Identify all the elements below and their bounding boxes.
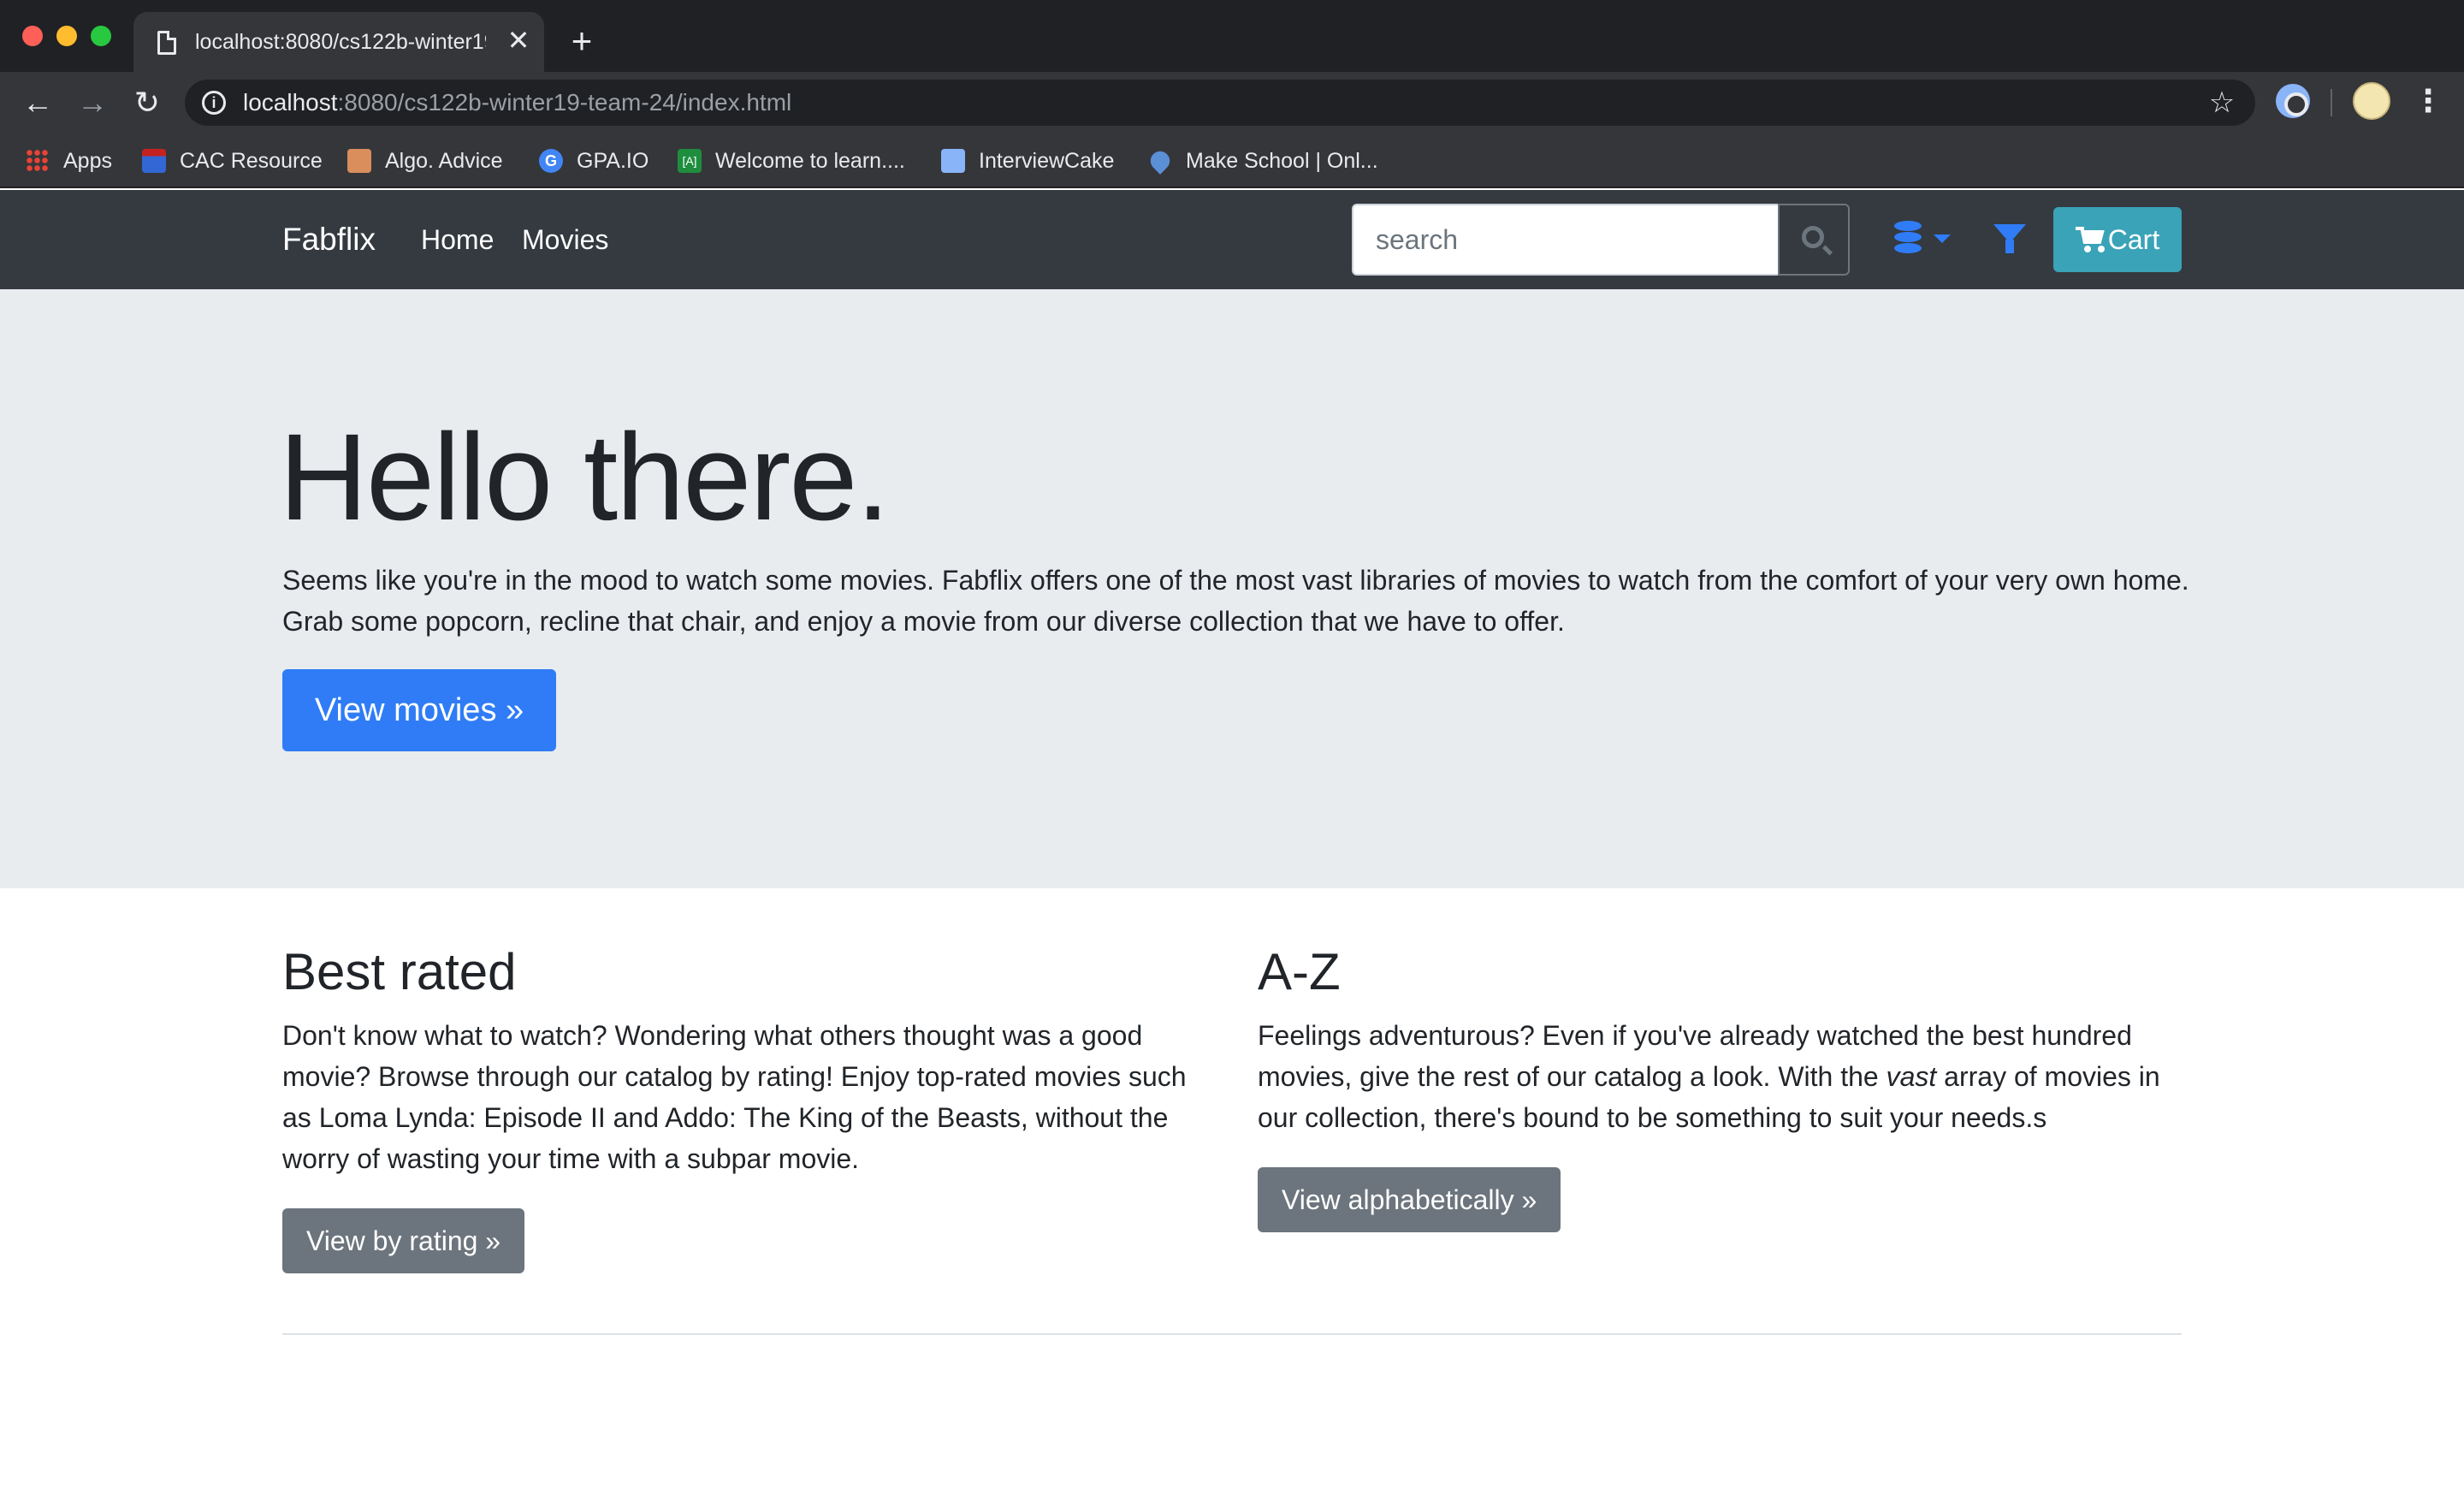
bookmark-interviewcake[interactable]: InterviewCake [941,145,1114,176]
bookmark-label: InterviewCake [979,148,1115,173]
cart-label: Cart [2107,223,2160,255]
browser-toolbar: ← → ↻ i localhost:8080/cs122b-winter19-t… [0,72,2464,133]
bookmark-label: Welcome to learn.... [715,148,905,173]
bookmark-star-icon[interactable]: ☆ [2206,86,2238,119]
url-text[interactable]: localhost:8080/cs122b-winter19-team-24/i… [243,88,791,117]
site-navbar: Fabflix Home Movies Cart [0,190,2464,289]
new-tab-button[interactable]: + [565,23,599,59]
apps-grid-icon [26,149,50,173]
url-path: :8080/cs122b-winter19-team-24/index.html [337,89,792,116]
browser-menu-icon[interactable]: ⋮ [2411,82,2445,120]
database-icon [1894,221,1922,255]
back-arrow-icon[interactable]: ← [19,84,56,122]
view-movies-button[interactable]: View movies » [282,669,556,751]
hero-text: Seems like you're in the mood to watch s… [282,565,2189,637]
database-dropdown[interactable] [1891,219,1956,260]
tab-title: localhost:8080/cs122b-winter19-team-24/i… [195,30,486,54]
a-z-text-emphasis: vast [1886,1061,1937,1092]
nav-link-home[interactable]: Home [421,221,494,258]
close-tab-icon[interactable]: ✕ [503,25,534,56]
nav-link-movies[interactable]: Movies [522,221,608,258]
best-rated-section: Best rated Don't know what to watch? Won… [282,941,1215,1273]
a-z-text: Feelings adventurous? Even if you've alr… [1258,1015,2190,1138]
minimize-window-button[interactable] [56,26,77,46]
bookmark-welcome-to-learn[interactable]: [A] Welcome to learn.... [678,145,905,176]
search-input[interactable] [1353,205,1778,274]
bookmarks-bar: Apps CAC Resource Algo. Advice G GPA.IO … [0,133,2464,188]
search-field-wrapper [1352,204,1780,276]
url-host: localhost [243,89,338,116]
bookmark-label: GPA.IO [577,148,649,173]
cart-button[interactable]: Cart [2053,207,2182,272]
cake-icon [941,149,965,173]
hero-title: Hello there. [279,408,890,546]
forward-arrow-icon[interactable]: → [74,84,111,122]
bookmark-label: Apps [63,148,112,173]
search-icon [1802,226,1824,248]
view-alphabetically-button[interactable]: View alphabetically » [1258,1167,1561,1232]
bookmark-label: CAC Resource [180,148,323,173]
profile-avatar[interactable] [2353,82,2390,120]
bookmark-cac-resource[interactable]: CAC Resource [142,145,323,176]
zoom-window-button[interactable] [91,26,111,46]
search-button[interactable] [1778,204,1850,276]
learn-icon: [A] [678,149,702,173]
section-divider [282,1333,2182,1335]
extension-icon[interactable] [2276,84,2310,118]
best-rated-text: Don't know what to watch? Wondering what… [282,1020,1187,1174]
page-icon [157,31,176,55]
hero-jumbotron: Hello there. Seems like you're in the mo… [0,289,2464,888]
shopping-cart-icon [2075,227,2106,252]
bookmark-apps[interactable]: Apps [26,145,112,176]
bookmark-label: Make School | Onl... [1186,148,1378,173]
algo-icon [347,149,371,173]
toolbar-divider [2331,89,2332,116]
makeschool-icon [1146,147,1174,175]
brand-logo[interactable]: Fabflix [282,219,376,260]
caret-down-icon [1934,234,1951,243]
view-by-rating-button[interactable]: View by rating » [282,1208,525,1273]
address-bar[interactable]: i localhost:8080/cs122b-winter19-team-24… [185,80,2255,126]
filter-icon[interactable] [1993,224,2026,257]
browser-tab[interactable]: localhost:8080/cs122b-winter19-team-24/i… [133,12,544,72]
bookmark-label: Algo. Advice [385,148,503,173]
bookmark-gpa-io[interactable]: G GPA.IO [539,145,649,176]
browser-tab-strip: localhost:8080/cs122b-winter19-team-24/i… [0,0,2464,72]
cac-icon [142,149,166,173]
bookmark-algo-advice[interactable]: Algo. Advice [347,145,503,176]
a-z-title: A-Z [1258,943,1341,1000]
site-info-icon[interactable]: i [202,91,226,115]
reload-icon[interactable]: ↻ [128,84,166,122]
a-z-section: A-Z Feelings adventurous? Even if you've… [1258,941,2190,1232]
best-rated-title: Best rated [282,943,517,1000]
bookmark-make-school[interactable]: Make School | Onl... [1146,145,1378,176]
close-window-button[interactable] [22,26,43,46]
gpa-icon: G [539,149,563,173]
